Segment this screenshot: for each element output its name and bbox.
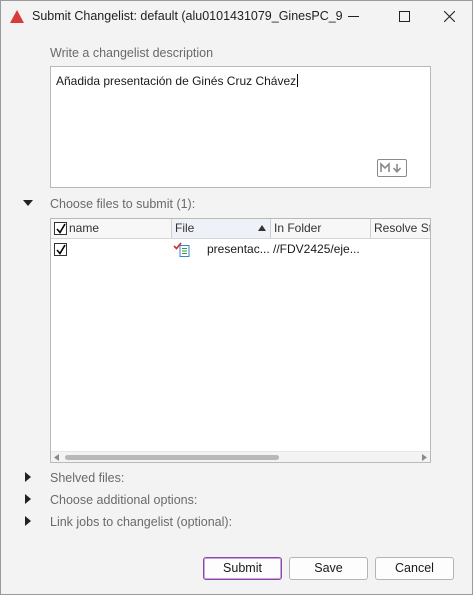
submit-button[interactable]: Submit — [203, 557, 282, 580]
warning-triangle-icon — [10, 10, 24, 23]
minimize-icon — [347, 16, 359, 17]
text-caret — [297, 74, 299, 87]
markdown-icon[interactable] — [377, 159, 407, 177]
table-header: name File In Folder Resolve Sta — [51, 219, 430, 239]
shelved-section-label[interactable]: Shelved files: — [50, 471, 124, 485]
scrollbar-thumb[interactable] — [65, 455, 279, 460]
select-all-checkbox[interactable] — [54, 222, 67, 235]
checkmark-icon — [56, 223, 66, 234]
save-button[interactable]: Save — [289, 557, 368, 580]
row-name — [71, 240, 169, 259]
submit-button-label: Submit — [223, 561, 262, 575]
column-header-folder[interactable]: In Folder — [270, 219, 370, 238]
maximize-icon — [398, 11, 410, 22]
files-table: name File In Folder Resolve Sta presenta… — [50, 218, 431, 463]
maximize-button[interactable] — [381, 1, 427, 32]
options-section-label[interactable]: Choose additional options: — [50, 493, 197, 507]
column-header-name[interactable]: name — [69, 219, 171, 238]
scroll-right-icon[interactable] — [422, 454, 427, 461]
title-bar[interactable]: Submit Changelist: default (alu010143107… — [1, 1, 472, 32]
collapsed-arrow-icon[interactable] — [23, 472, 33, 482]
row-folder: //FDV2425/eje... — [273, 242, 360, 256]
save-button-label: Save — [314, 561, 343, 575]
window-title: Submit Changelist: default (alu010143107… — [32, 9, 342, 23]
column-header-resolve[interactable]: Resolve Sta — [370, 219, 430, 238]
files-section-label[interactable]: Choose files to submit (1): — [50, 197, 195, 211]
scroll-left-icon[interactable] — [54, 454, 59, 461]
cancel-button-label: Cancel — [395, 561, 434, 575]
column-header-file[interactable]: File — [171, 219, 270, 238]
table-row[interactable]: presentac... //FDV2425/eje... — [51, 240, 430, 259]
description-label: Write a changelist description — [50, 46, 214, 60]
jobs-section-label[interactable]: Link jobs to changelist (optional): — [50, 515, 232, 529]
description-text: Añadida presentación de Ginés Cruz Cháve… — [56, 74, 297, 88]
collapsed-arrow-icon[interactable] — [23, 494, 33, 504]
minimize-button[interactable] — [330, 1, 376, 32]
close-button[interactable] — [426, 1, 472, 32]
edited-file-icon — [173, 242, 190, 257]
sort-ascending-icon — [258, 225, 266, 231]
horizontal-scrollbar[interactable] — [51, 451, 430, 462]
cancel-button[interactable]: Cancel — [375, 557, 454, 580]
checkmark-icon — [56, 244, 66, 255]
close-icon — [443, 11, 455, 22]
file-checkbox[interactable] — [54, 243, 67, 256]
collapsed-arrow-icon[interactable] — [23, 516, 33, 526]
submit-changelist-dialog: Submit Changelist: default (alu010143107… — [0, 0, 473, 595]
description-input[interactable]: Añadida presentación de Ginés Cruz Cháve… — [50, 66, 431, 188]
row-file: presentac... — [207, 242, 269, 256]
expanded-arrow-icon[interactable] — [23, 198, 33, 208]
